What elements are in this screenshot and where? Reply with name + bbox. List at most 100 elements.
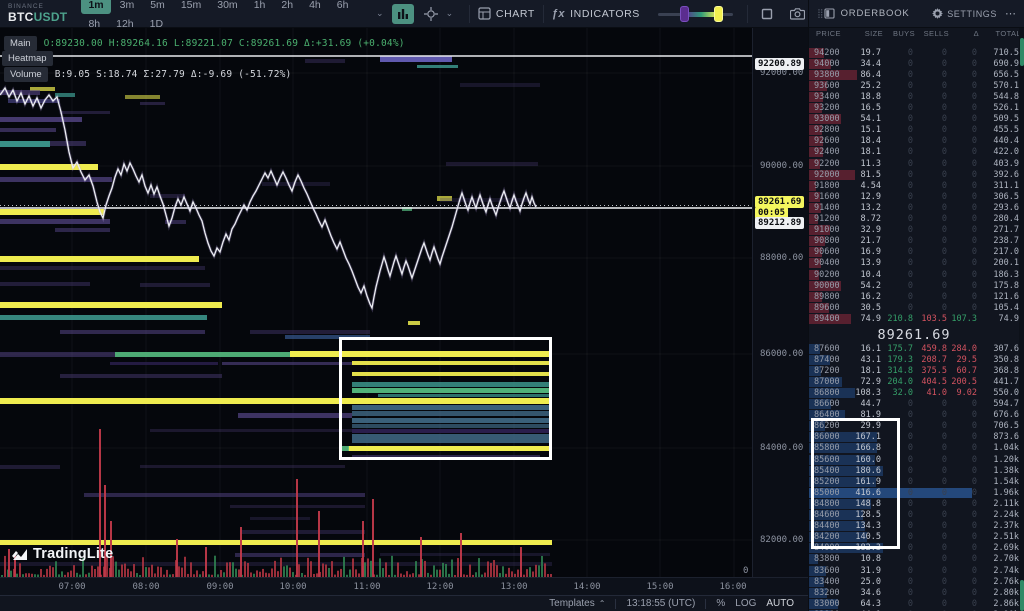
orderbook-row-87600[interactable]: 8760016.1175.7459.8284.0307.6 xyxy=(809,343,1019,354)
orderbook-row-91800[interactable]: 918004.54000311.1 xyxy=(809,180,1019,191)
cell-δ: 0 xyxy=(947,258,977,268)
orderbook-row-90600[interactable]: 9060016.9000217.0 xyxy=(809,247,1019,258)
fullscreen-button[interactable] xyxy=(756,4,778,24)
orderbook-row-93400[interactable]: 9340018.8000544.8 xyxy=(809,91,1019,102)
cell-sells: 0 xyxy=(913,599,947,609)
timeframe-button-1D[interactable]: 1D xyxy=(143,15,170,33)
cell-δ: 0 xyxy=(947,499,977,509)
orderbook-row-89600[interactable]: 8960030.5000105.4 xyxy=(809,302,1019,313)
heatmap-chart-canvas[interactable]: Main O:89230.00 H:89264.16 L:89221.07 C:… xyxy=(0,28,752,577)
volume-indicator-chip[interactable]: Volume xyxy=(4,67,48,82)
time-axis[interactable]: 07:0008:0009:0010:0011:0012:0013:0014:00… xyxy=(0,577,808,595)
scrollbar-thumb[interactable] xyxy=(1020,580,1024,611)
orderbook-row-91200[interactable]: 912008.72000280.4 xyxy=(809,214,1019,225)
orderbook-row-92600[interactable]: 9260018.4000440.4 xyxy=(809,136,1019,147)
timeframe-button-12h[interactable]: 12h xyxy=(109,15,141,33)
cell-δ: 0 xyxy=(947,466,977,476)
cell-total: 121.6 xyxy=(977,292,1019,302)
orderbook-row-87000[interactable]: 8700072.9204.0404.5200.5441.7 xyxy=(809,376,1019,387)
orderbook-row-90000[interactable]: 9000054.2000175.8 xyxy=(809,280,1019,291)
orderbook-row-92200[interactable]: 9220011.3000403.9 xyxy=(809,158,1019,169)
crosshair-tool-button[interactable] xyxy=(420,4,442,24)
chart-layout-button[interactable]: CHART xyxy=(478,7,535,20)
timeframe-chevron-down-icon[interactable]: ⌄ xyxy=(376,8,384,19)
orderbook-row-93600[interactable]: 9360025.2000570.1 xyxy=(809,80,1019,91)
orderbook-row-91000[interactable]: 9100032.9000271.7 xyxy=(809,225,1019,236)
cell-total: 403.9 xyxy=(977,159,1019,169)
timeframe-button-15m[interactable]: 15m xyxy=(174,0,208,14)
timeframe-button-4h[interactable]: 4h xyxy=(302,0,328,14)
annotation-rectangle[interactable] xyxy=(339,337,552,460)
orderbook-row-93000[interactable]: 9300054.1000509.5 xyxy=(809,114,1019,125)
drag-handle-icon[interactable]: ⣿ xyxy=(817,8,822,19)
orderbook-row-89800[interactable]: 8980016.2000121.6 xyxy=(809,291,1019,302)
orderbook-row-83000[interactable]: 8300064.30002.86k xyxy=(809,598,1019,609)
timeframe-button-30m[interactable]: 30m xyxy=(210,0,244,14)
orderbook-row-90800[interactable]: 9080021.7000238.7 xyxy=(809,236,1019,247)
orderbook-row-91400[interactable]: 9140013.2000293.6 xyxy=(809,202,1019,213)
orderbook-row-93800[interactable]: 9380086.4000656.5 xyxy=(809,69,1019,80)
symbol-selector[interactable]: BINANCE BTCUSDT xyxy=(8,3,67,24)
cell-δ: 0 xyxy=(947,203,977,213)
timeframe-button-5m[interactable]: 5m xyxy=(143,0,172,14)
orderbook-column-buys: BUYS xyxy=(883,29,915,38)
timeframe-button-2h[interactable]: 2h xyxy=(274,0,300,14)
cell-price: 94000 xyxy=(809,59,851,69)
orderbook-annotation-rectangle[interactable] xyxy=(811,418,900,549)
timeframe-button-3m[interactable]: 3m xyxy=(113,0,142,14)
orderbook-row-83400[interactable]: 8340025.00002.76k xyxy=(809,576,1019,587)
main-series-chip[interactable]: Main xyxy=(4,36,37,51)
cell-price: 83600 xyxy=(809,566,851,576)
orderbook-row-83600[interactable]: 8360031.90002.74k xyxy=(809,565,1019,576)
orderbook-row-92000[interactable]: 9200081.5000392.6 xyxy=(809,169,1019,180)
scrollbar-thumb[interactable] xyxy=(1020,38,1024,66)
heatmap-intensity-slider[interactable] xyxy=(658,4,733,24)
cell-sells: 0 xyxy=(913,170,947,180)
timeframe-button-1h[interactable]: 1h xyxy=(247,0,273,14)
timeframe-button-1m[interactable]: 1m xyxy=(81,0,110,14)
orderbook-row-90400[interactable]: 9040013.9000200.1 xyxy=(809,258,1019,269)
cell-size: 25.2 xyxy=(851,81,881,91)
orderbook-row-91600[interactable]: 9160012.9000306.5 xyxy=(809,191,1019,202)
tool-chevron-down-icon[interactable]: ⌄ xyxy=(446,8,454,19)
slider-handle-min[interactable] xyxy=(680,6,689,22)
price-axis[interactable]: 92000.0090000.0088000.0086000.0084000.00… xyxy=(752,28,808,577)
cell-total: 550.0 xyxy=(977,388,1019,398)
log-scale-toggle[interactable]: LOG xyxy=(735,598,756,609)
timeframe-button-8h[interactable]: 8h xyxy=(81,15,107,33)
auto-scale-toggle[interactable]: AUTO xyxy=(766,598,794,609)
orderbook-row-94200[interactable]: 9420019.7000710.5 xyxy=(809,47,1019,58)
timeframe-button-6h[interactable]: 6h xyxy=(330,0,356,14)
orderbook-row-86800[interactable]: 86800108.332.041.09.02550.0 xyxy=(809,387,1019,398)
orderbook-row-94000[interactable]: 9400034.4000690.9 xyxy=(809,58,1019,69)
orderbook-row-83800[interactable]: 8380010.80002.70k xyxy=(809,554,1019,565)
orderbook-row-92400[interactable]: 9240018.1000422.0 xyxy=(809,147,1019,158)
orderbook-row-89400[interactable]: 8940074.9210.8103.5107.374.9 xyxy=(809,313,1019,324)
orderbook-row-93200[interactable]: 9320016.5000526.1 xyxy=(809,103,1019,114)
cell-total: 2.80k xyxy=(977,588,1019,598)
screenshot-button[interactable] xyxy=(786,4,808,24)
indicators-button[interactable]: ƒx INDICATORS xyxy=(552,8,640,20)
templates-button[interactable]: Templates ⌃ xyxy=(549,598,605,609)
chart-style-button[interactable] xyxy=(392,4,414,24)
orderbook-row-87400[interactable]: 8740043.1179.3208.729.5350.8 xyxy=(809,354,1019,365)
cell-sells: 0 xyxy=(913,410,947,420)
orderbook-settings-button[interactable]: SETTINGS xyxy=(932,8,997,19)
slider-handle-max[interactable] xyxy=(714,6,723,22)
cell-buys: 0 xyxy=(881,59,913,69)
orderbook-row-83200[interactable]: 8320034.60002.80k xyxy=(809,587,1019,598)
cell-sells: 0 xyxy=(913,432,947,442)
orderbook-row-86600[interactable]: 8660044.7000594.7 xyxy=(809,399,1019,410)
orderbook-scrollbar[interactable] xyxy=(1019,28,1024,611)
cell-total: 690.9 xyxy=(977,59,1019,69)
orderbook-row-90200[interactable]: 9020010.4000186.3 xyxy=(809,269,1019,280)
heatmap-indicator-chip[interactable]: Heatmap xyxy=(2,51,53,66)
orderbook-more-button[interactable]: ⋯ xyxy=(1005,7,1016,20)
cell-sells: 0 xyxy=(913,477,947,487)
heatmap-svg xyxy=(0,28,752,577)
cell-price: 87400 xyxy=(809,355,851,365)
orderbook-row-92800[interactable]: 9280015.1000455.5 xyxy=(809,125,1019,136)
percent-scale-toggle[interactable]: % xyxy=(716,598,725,609)
cell-δ: 200.5 xyxy=(947,377,977,387)
orderbook-row-87200[interactable]: 8720018.1314.8375.560.7368.8 xyxy=(809,365,1019,376)
